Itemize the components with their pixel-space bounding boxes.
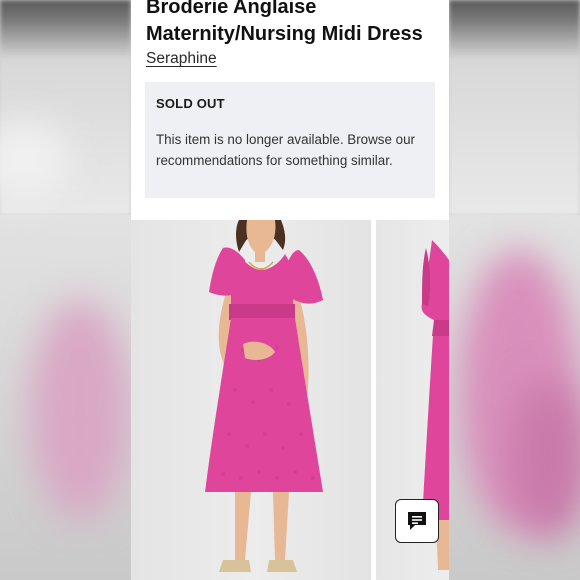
product-photo-front[interactable] (131, 220, 371, 580)
product-page: Broderie Anglaise Maternity/Nursing Midi… (131, 0, 449, 580)
screenshot-stage: Broderie Anglaise Maternity/Nursing Midi… (0, 0, 580, 580)
product-gallery (131, 220, 449, 580)
sold-out-notice: SOLD OUT This item is no longer availabl… (145, 82, 435, 198)
product-title-line-2: Maternity/Nursing Midi Dress (146, 23, 423, 45)
blurred-backdrop-left (0, 0, 131, 580)
chat-bubble-icon (408, 512, 426, 530)
product-title-line-1: Broderie Anglaise (146, 0, 317, 18)
brand-link[interactable]: Seraphine (146, 50, 217, 68)
sold-out-heading: SOLD OUT (156, 96, 225, 111)
sold-out-message: This item is no longer available. Browse… (156, 132, 416, 168)
model-dress-illustration (205, 220, 323, 572)
product-title: Broderie Anglaise Maternity/Nursing Midi… (146, 0, 446, 48)
blurred-backdrop-right (449, 0, 580, 580)
chat-button[interactable] (395, 499, 439, 543)
